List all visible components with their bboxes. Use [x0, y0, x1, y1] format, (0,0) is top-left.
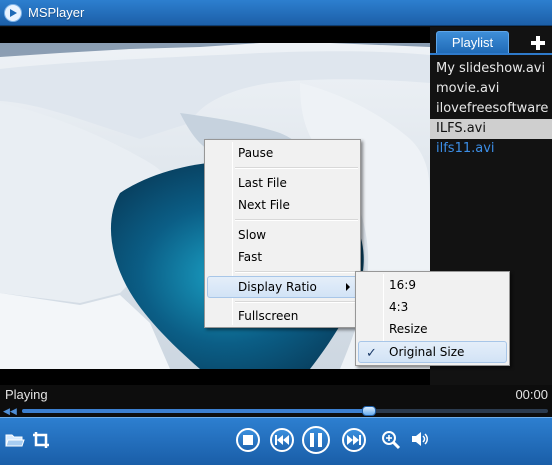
zoom-in-button[interactable] [380, 429, 402, 451]
add-to-playlist-button[interactable] [529, 34, 547, 52]
menu-separator [235, 301, 358, 303]
playlist-list: My slideshow.avi movie.avi ilovefreesoft… [430, 59, 552, 159]
seek-thumb[interactable] [362, 406, 377, 416]
window-title: MSPlayer [28, 5, 85, 20]
stop-button[interactable] [236, 428, 260, 452]
seek-row: ◀◀ [0, 405, 552, 417]
title-bar[interactable]: MSPlayer [0, 0, 552, 26]
controls-bar [0, 417, 552, 465]
menu-separator [235, 219, 358, 221]
playback-status: Playing [5, 387, 48, 402]
menu-item-slow[interactable]: Slow [207, 224, 358, 246]
display-ratio-submenu: 16:9 4:3 Resize ✓ Original Size [355, 271, 510, 366]
volume-icon [412, 432, 428, 446]
zoom-in-icon [382, 431, 401, 450]
next-button[interactable] [342, 428, 366, 452]
tab-underline [430, 53, 552, 55]
context-menu: Pause Last File Next File Slow Fast Disp… [204, 139, 361, 328]
time-display: 00:00 [515, 387, 548, 402]
open-folder-icon [5, 434, 25, 447]
status-bar: Playing 00:00 [0, 385, 552, 405]
menu-item-pause[interactable]: Pause [207, 142, 358, 164]
playlist-item-selected[interactable]: ILFS.avi [430, 119, 552, 139]
seek-bar[interactable] [22, 406, 548, 416]
submenu-item-16-9[interactable]: 16:9 [358, 274, 507, 296]
rewind-icon[interactable]: ◀◀ [3, 405, 17, 417]
crop-icon [33, 432, 49, 448]
playlist-item-playing[interactable]: ilfs11.avi [430, 139, 552, 159]
menu-item-display-ratio[interactable]: Display Ratio [207, 276, 358, 298]
open-folder-button[interactable] [5, 431, 25, 449]
menu-item-display-ratio-label: Display Ratio [238, 280, 317, 294]
previous-icon [275, 435, 289, 445]
plus-icon [531, 36, 545, 50]
play-circle-icon [4, 3, 22, 22]
crop-button[interactable] [31, 431, 51, 449]
submenu-item-original-size-label: Original Size [389, 345, 465, 359]
menu-item-last-file[interactable]: Last File [207, 172, 358, 194]
playlist-item[interactable]: movie.avi [430, 79, 552, 99]
playlist-item[interactable]: My slideshow.avi [430, 59, 552, 79]
volume-button[interactable] [412, 431, 430, 447]
msplayer-window: MSPlayer Playlist My slideshow.avi movie… [0, 0, 552, 465]
tab-playlist[interactable]: Playlist [436, 31, 509, 54]
pause-button[interactable] [302, 426, 330, 454]
menu-separator [235, 271, 358, 273]
menu-item-fullscreen[interactable]: Fullscreen [207, 305, 358, 327]
next-icon [347, 435, 361, 445]
previous-button[interactable] [270, 428, 294, 452]
playlist-item[interactable]: ilovefreesoftware [430, 99, 552, 119]
stop-icon [243, 435, 253, 445]
submenu-item-resize[interactable]: Resize [358, 318, 507, 340]
pause-icon [310, 433, 322, 447]
menu-separator [235, 167, 358, 169]
submenu-arrow-icon [346, 283, 350, 291]
seek-progress [22, 409, 370, 413]
menu-item-fast[interactable]: Fast [207, 246, 358, 268]
submenu-item-original-size[interactable]: ✓ Original Size [358, 341, 507, 363]
menu-item-next-file[interactable]: Next File [207, 194, 358, 216]
check-icon: ✓ [366, 346, 377, 361]
submenu-item-4-3[interactable]: 4:3 [358, 296, 507, 318]
